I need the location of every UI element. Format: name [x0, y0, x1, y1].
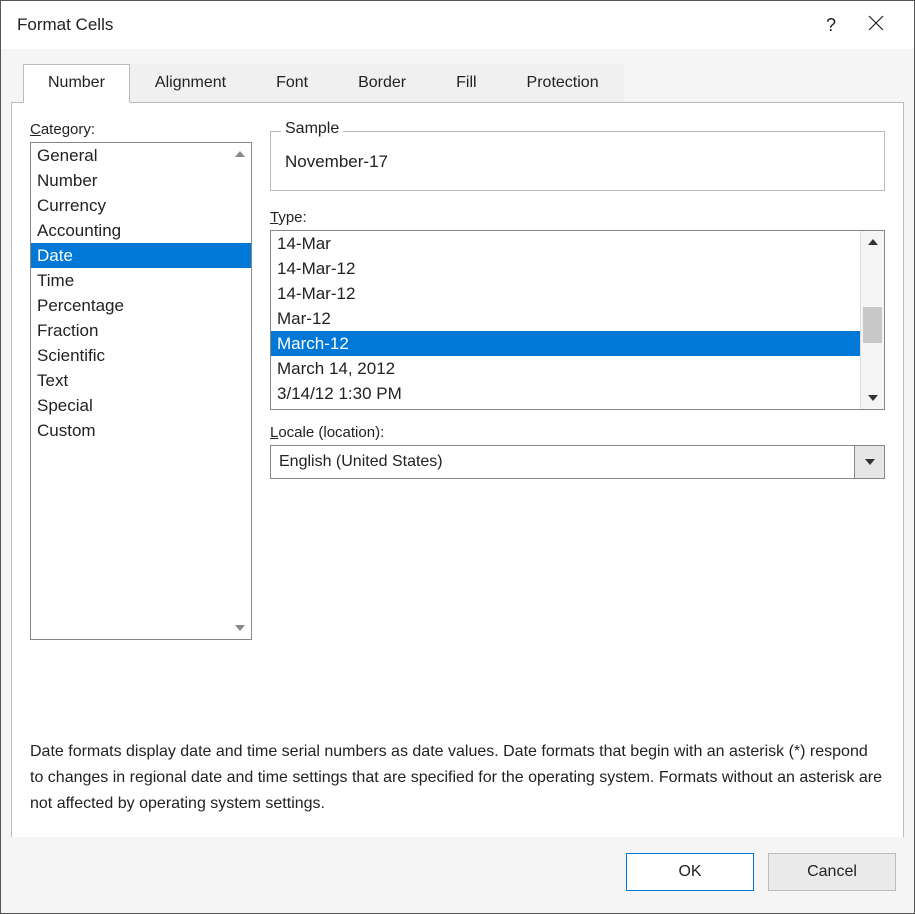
- ok-button[interactable]: OK: [626, 853, 754, 891]
- category-item[interactable]: Percentage: [31, 293, 251, 318]
- category-item[interactable]: Date: [31, 243, 251, 268]
- locale-select[interactable]: English (United States): [270, 445, 885, 479]
- sample-value: November-17: [285, 148, 870, 172]
- type-item[interactable]: 14-Mar-12: [271, 256, 860, 281]
- tab-protection[interactable]: Protection: [502, 64, 624, 103]
- category-item[interactable]: Currency: [31, 193, 251, 218]
- scrollbar-thumb[interactable]: [863, 307, 882, 343]
- dialog-content: NumberAlignmentFontBorderFillProtection …: [1, 49, 914, 913]
- window-title: Format Cells: [17, 15, 113, 35]
- locale-label: Locale (location):: [270, 424, 885, 441]
- type-item[interactable]: 3/14/12 1:30 PM: [271, 381, 860, 406]
- tab-border[interactable]: Border: [333, 64, 431, 103]
- dialog-footer: OK Cancel: [1, 837, 914, 913]
- description-text: Date formats display date and time seria…: [30, 739, 885, 817]
- help-icon[interactable]: ?: [808, 15, 854, 36]
- category-item[interactable]: Special: [31, 393, 251, 418]
- category-item[interactable]: Scientific: [31, 343, 251, 368]
- category-item[interactable]: Custom: [31, 418, 251, 443]
- locale-value: English (United States): [271, 453, 854, 471]
- chevron-down-icon[interactable]: [861, 387, 884, 409]
- category-item[interactable]: General: [31, 143, 251, 168]
- type-item[interactable]: March-12: [271, 331, 860, 356]
- title-bar: Format Cells ?: [1, 1, 914, 49]
- type-listbox[interactable]: 14-Mar14-Mar-1214-Mar-12Mar-12March-12Ma…: [270, 230, 885, 410]
- type-item[interactable]: March 14, 2012: [271, 356, 860, 381]
- category-item[interactable]: Fraction: [31, 318, 251, 343]
- tab-strip: NumberAlignmentFontBorderFillProtection: [1, 63, 914, 102]
- category-label: Category:: [30, 121, 252, 138]
- chevron-up-icon[interactable]: [231, 145, 249, 163]
- type-item[interactable]: 14-Mar: [271, 231, 860, 256]
- category-listbox[interactable]: GeneralNumberCurrencyAccountingDateTimeP…: [30, 142, 252, 640]
- category-item[interactable]: Number: [31, 168, 251, 193]
- tab-number[interactable]: Number: [23, 64, 130, 103]
- sample-legend: Sample: [281, 120, 343, 138]
- sample-group: Sample November-17: [270, 131, 885, 191]
- type-label: Type:: [270, 209, 885, 226]
- category-item[interactable]: Time: [31, 268, 251, 293]
- category-item[interactable]: Text: [31, 368, 251, 393]
- category-item[interactable]: Accounting: [31, 218, 251, 243]
- tab-alignment[interactable]: Alignment: [130, 64, 251, 103]
- type-item[interactable]: 14-Mar-12: [271, 281, 860, 306]
- chevron-down-icon[interactable]: [854, 446, 884, 478]
- tab-fill[interactable]: Fill: [431, 64, 501, 103]
- close-icon[interactable]: [854, 15, 898, 35]
- chevron-down-icon[interactable]: [231, 619, 249, 637]
- tab-panel-number: Category: GeneralNumberCurrencyAccountin…: [11, 102, 904, 842]
- cancel-button[interactable]: Cancel: [768, 853, 896, 891]
- scrollbar[interactable]: [860, 231, 884, 409]
- type-item[interactable]: Mar-12: [271, 306, 860, 331]
- chevron-up-icon[interactable]: [861, 231, 884, 253]
- tab-font[interactable]: Font: [251, 64, 333, 103]
